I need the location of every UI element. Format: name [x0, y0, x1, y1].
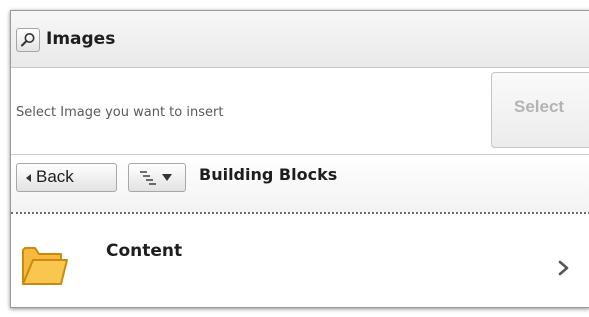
tree-view-button[interactable] [128, 163, 186, 192]
dropdown-arrow-icon [162, 174, 172, 181]
search-button[interactable] [16, 28, 40, 52]
list-item-content[interactable]: Content [11, 214, 589, 307]
search-icon [21, 33, 35, 47]
panel-title: Images [46, 29, 116, 49]
select-button[interactable]: Select [491, 72, 589, 148]
back-arrow-icon [26, 174, 31, 182]
navigation-bar: Back Building Blocks [11, 155, 589, 214]
back-button[interactable]: Back [16, 163, 117, 192]
folder-list: Content [11, 214, 589, 307]
tree-view-icon [140, 171, 156, 185]
panel-header: Images [11, 11, 589, 68]
back-button-label: Back [36, 167, 74, 186]
folder-icon [22, 247, 68, 285]
list-item-label: Content [106, 241, 183, 261]
picker-row: Select Image you want to insert Select [11, 68, 589, 155]
select-button-label: Select [514, 97, 565, 116]
image-picker-panel: Images Select Image you want to insert S… [10, 10, 589, 308]
instruction-text: Select Image you want to insert [16, 105, 224, 120]
chevron-right-icon[interactable] [558, 260, 570, 276]
breadcrumb: Building Blocks [199, 165, 338, 184]
